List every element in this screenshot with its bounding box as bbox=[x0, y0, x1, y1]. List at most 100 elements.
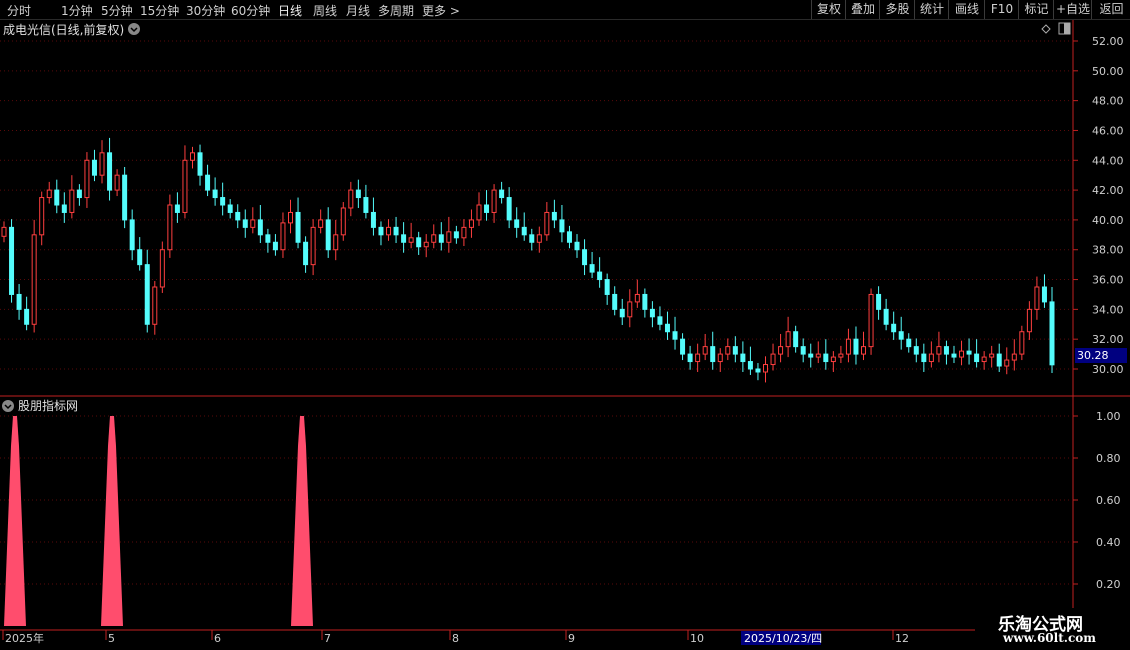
candle-body bbox=[808, 353, 814, 358]
candle-body bbox=[227, 204, 233, 213]
candle-body bbox=[981, 356, 987, 363]
candle-body bbox=[295, 211, 301, 243]
candle-body bbox=[54, 189, 60, 206]
candle-body bbox=[913, 346, 919, 355]
toolbar-button-8[interactable]: 返回 bbox=[1091, 0, 1130, 19]
period-tab-7[interactable]: 周线 bbox=[313, 2, 337, 19]
price-tick-label: 52.00 bbox=[1092, 35, 1124, 48]
candle-body bbox=[951, 353, 957, 358]
toolbar-button-7[interactable]: +自选 bbox=[1053, 0, 1092, 19]
candle-body bbox=[310, 226, 316, 266]
candle-body bbox=[91, 159, 97, 176]
candle-body bbox=[431, 234, 437, 243]
price-axis: 52.00 50.00 48.00 46.00 44.00 42.00 40.00 38.00… bbox=[1073, 35, 1124, 376]
candle-body bbox=[514, 219, 520, 228]
period-tab-3[interactable]: 15分钟 bbox=[140, 2, 179, 19]
candle-body bbox=[604, 279, 610, 295]
candle-body bbox=[408, 237, 414, 243]
candle-body bbox=[167, 204, 173, 251]
indicator-tick-label: 0.60 bbox=[1096, 494, 1121, 507]
candle-body bbox=[627, 301, 633, 318]
toolbar-button-2[interactable]: 多股 bbox=[879, 0, 915, 19]
toolbar-button-6[interactable]: 标记 bbox=[1018, 0, 1054, 19]
candle-body bbox=[657, 316, 663, 325]
price-tick-label: 34.00 bbox=[1092, 303, 1124, 316]
toolbar-button-0[interactable]: 复权 bbox=[811, 0, 846, 19]
indicator-spike bbox=[291, 416, 313, 626]
candle-body bbox=[815, 353, 821, 358]
candle-body bbox=[649, 308, 655, 318]
candle-body bbox=[137, 249, 143, 266]
candle-body bbox=[762, 364, 768, 373]
period-tab-0[interactable]: 分时 bbox=[7, 2, 31, 19]
candle-body bbox=[189, 152, 195, 161]
candle-body bbox=[536, 234, 542, 243]
price-tick-label: 50.00 bbox=[1092, 65, 1124, 78]
candle-body bbox=[830, 356, 836, 363]
candle-body bbox=[197, 152, 203, 176]
candle-body bbox=[634, 293, 640, 303]
indicator-chevron-icon[interactable] bbox=[2, 400, 14, 412]
toolbar-button-3[interactable]: 统计 bbox=[914, 0, 949, 19]
candle-body bbox=[386, 226, 392, 236]
diamond-icon[interactable] bbox=[1041, 24, 1051, 34]
price-tick-label: 48.00 bbox=[1092, 95, 1124, 108]
candle-body bbox=[732, 346, 738, 355]
candle-body bbox=[710, 346, 716, 363]
candle-body bbox=[461, 226, 467, 239]
chart-area[interactable]: 52.00 50.00 48.00 46.00 44.00 42.00 40.00 38.00… bbox=[0, 20, 1130, 650]
candle-body bbox=[144, 264, 150, 325]
price-tick-label: 38.00 bbox=[1092, 244, 1124, 257]
date-tick-label: 12 bbox=[895, 632, 909, 645]
candle-body bbox=[333, 234, 339, 251]
candle-body bbox=[785, 331, 791, 348]
chevron-down-icon[interactable] bbox=[128, 23, 140, 35]
candle-body bbox=[612, 293, 618, 310]
indicator-tick-label: 0.80 bbox=[1096, 452, 1121, 465]
candle-body bbox=[891, 323, 897, 333]
indicator-spike bbox=[101, 416, 123, 626]
toolbar-button-4[interactable]: 画线 bbox=[948, 0, 985, 19]
candle-body bbox=[378, 226, 384, 236]
period-tab-1[interactable]: 1分钟 bbox=[61, 2, 93, 19]
candle-body bbox=[46, 189, 52, 199]
candle-body bbox=[574, 241, 580, 251]
price-tick-label: 42.00 bbox=[1092, 184, 1124, 197]
candle-body bbox=[695, 353, 701, 363]
period-tab-2[interactable]: 5分钟 bbox=[101, 2, 133, 19]
candle-body bbox=[642, 293, 648, 310]
candle-body bbox=[966, 350, 972, 355]
candle-body bbox=[182, 159, 188, 213]
candle-body bbox=[989, 353, 995, 358]
candle-body bbox=[1034, 286, 1040, 310]
period-tab-5[interactable]: 60分钟 bbox=[231, 2, 270, 19]
period-tab-4[interactable]: 30分钟 bbox=[186, 2, 225, 19]
period-tab-8[interactable]: 月线 bbox=[346, 2, 370, 19]
candle-body bbox=[529, 234, 535, 243]
candle-body bbox=[823, 353, 829, 363]
toolbar-button-1[interactable]: 叠加 bbox=[845, 0, 880, 19]
indicator-series bbox=[4, 416, 313, 626]
period-tab-6[interactable]: 日线 bbox=[278, 2, 302, 19]
candle-body bbox=[506, 197, 512, 221]
period-tab-10[interactable]: 更多 > bbox=[422, 2, 460, 19]
candle-body bbox=[687, 353, 693, 363]
candle-body bbox=[974, 353, 980, 363]
candle-body bbox=[861, 346, 867, 355]
indicator-axis: 1.00 0.80 0.60 0.40 0.20 bbox=[1073, 410, 1121, 591]
candle-body bbox=[84, 159, 90, 199]
candle-body bbox=[868, 293, 874, 348]
indicator-gridlines bbox=[0, 415, 1073, 585]
watermark-url: www.60lt.com bbox=[1003, 631, 1096, 645]
candle-body bbox=[1011, 353, 1017, 361]
indicator-panel-title: 股朋指标网 bbox=[18, 398, 78, 413]
period-tab-9[interactable]: 多周期 bbox=[378, 2, 414, 19]
candle-body bbox=[778, 346, 784, 355]
candle-body bbox=[491, 189, 497, 213]
candle-body bbox=[303, 241, 309, 266]
indicator-tick-label: 1.00 bbox=[1096, 410, 1121, 423]
toolbar-button-5[interactable]: F10 bbox=[984, 0, 1019, 19]
candle-body bbox=[996, 353, 1002, 367]
candle-body bbox=[159, 249, 165, 288]
indicator-spike bbox=[4, 416, 26, 626]
